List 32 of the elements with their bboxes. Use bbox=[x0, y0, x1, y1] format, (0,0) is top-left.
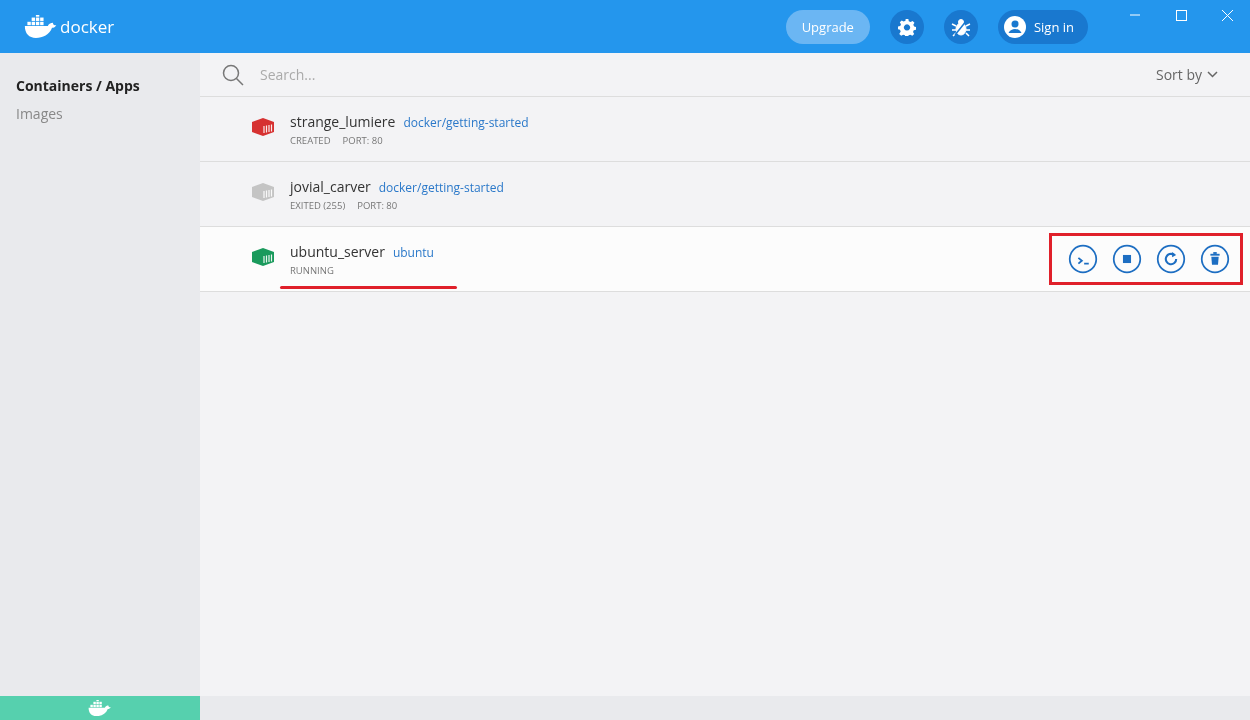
sign-in-button[interactable]: Sign in bbox=[997, 9, 1088, 44]
container-status: RUNNING bbox=[290, 263, 334, 277]
whale-icon bbox=[88, 699, 112, 717]
container-status: CREATED bbox=[290, 133, 331, 147]
image-link[interactable]: docker/getting-started bbox=[403, 113, 529, 131]
container-row[interactable]: ubuntu_server ubuntu RUNNING bbox=[200, 227, 1250, 292]
search-field[interactable]: Search... bbox=[258, 64, 1136, 85]
sidebar-item[interactable]: Containers / Apps bbox=[0, 73, 200, 101]
chevron-down-icon bbox=[1207, 71, 1218, 78]
container-port: PORT: 80 bbox=[342, 133, 383, 147]
image-link[interactable]: docker/getting-started bbox=[378, 178, 504, 196]
container-status: EXITED (255) bbox=[290, 198, 346, 212]
settings-icon bbox=[897, 17, 916, 36]
restart-button[interactable] bbox=[1156, 244, 1186, 274]
sort-by-button[interactable]: Sort by bbox=[1149, 64, 1224, 85]
container-port: PORT: 80 bbox=[357, 198, 398, 212]
app-logo-text: docker bbox=[60, 15, 115, 38]
bug-report-button[interactable] bbox=[943, 9, 978, 44]
bug-icon bbox=[950, 16, 971, 37]
container-name: ubuntu_server bbox=[290, 241, 385, 261]
sidebar-item[interactable]: Images bbox=[0, 101, 200, 129]
container-row[interactable]: strange_lumiere docker/getting-started CREATED PORT: 80 bbox=[200, 97, 1250, 162]
stop-button[interactable] bbox=[1112, 244, 1142, 274]
whale-logo-icon bbox=[24, 14, 58, 39]
image-link[interactable]: ubuntu bbox=[392, 243, 434, 261]
delete-button[interactable] bbox=[1200, 244, 1230, 274]
settings-button[interactable] bbox=[889, 9, 924, 44]
container-name: strange_lumiere bbox=[290, 111, 396, 131]
user-icon bbox=[1003, 15, 1026, 38]
container-name: jovial_carver bbox=[290, 176, 371, 196]
search-icon bbox=[222, 63, 244, 86]
terminal-button[interactable] bbox=[1068, 244, 1098, 274]
